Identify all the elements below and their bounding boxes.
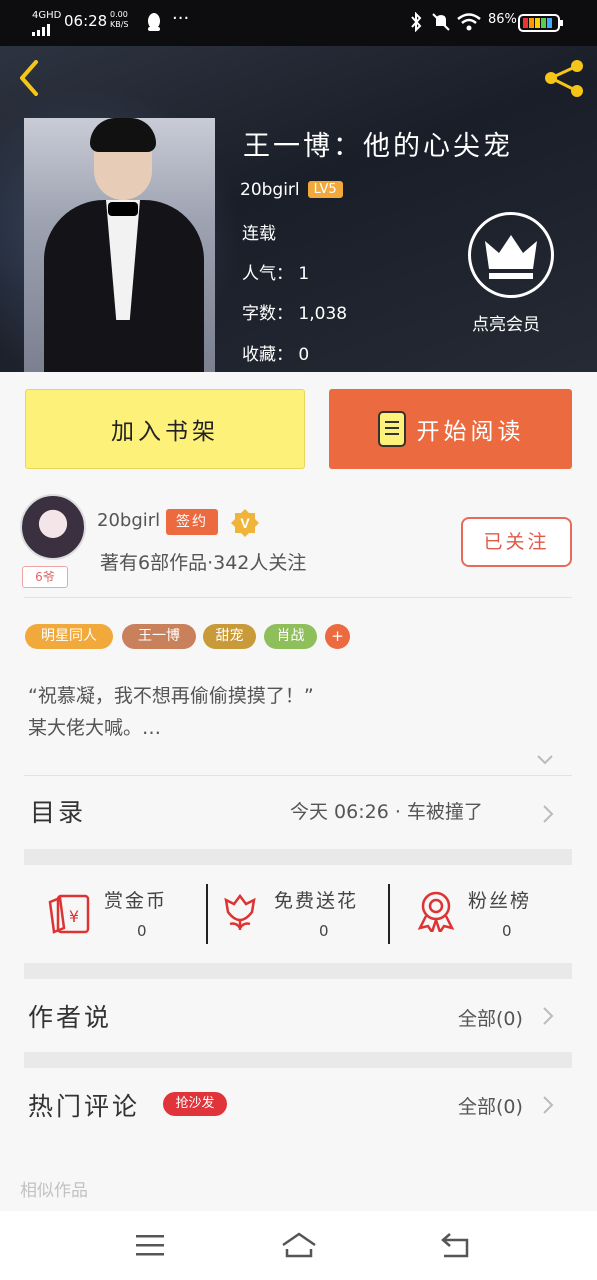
stat-value: 0 bbox=[137, 922, 147, 940]
crown-icon bbox=[485, 235, 537, 279]
battery-icon bbox=[518, 14, 564, 36]
author-stats: 著有6部作品·342人关注 bbox=[100, 552, 307, 574]
svg-text:V: V bbox=[240, 515, 250, 531]
clock: 06:28 bbox=[64, 12, 108, 30]
chevron-right-icon bbox=[543, 1007, 554, 1025]
network-type: 4GHD bbox=[32, 10, 62, 21]
stat-label: 粉丝榜 bbox=[468, 890, 532, 912]
book-author-line: 20bgirl LV5 bbox=[240, 180, 343, 200]
author-name[interactable]: 20bgirl bbox=[97, 510, 160, 531]
stat-label: 赏金币 bbox=[104, 890, 168, 912]
share-icon bbox=[545, 60, 583, 97]
hot-comments-title: 热门评论 bbox=[28, 1092, 141, 1121]
author-avatar[interactable] bbox=[20, 494, 86, 560]
tag-chip[interactable]: 明星同人 bbox=[25, 624, 113, 649]
popularity: 人气： 1 bbox=[242, 264, 310, 284]
word-count: 字数： 1,038 bbox=[242, 304, 348, 324]
reward-coins[interactable]: ¥ 赏金币 0 bbox=[48, 878, 196, 948]
wifi-icon bbox=[456, 12, 482, 36]
more-icon: ··· bbox=[172, 8, 190, 29]
red-envelope-icon: ¥ bbox=[48, 894, 90, 934]
chevron-left-icon bbox=[20, 60, 38, 96]
section-spacer bbox=[24, 849, 572, 865]
follow-button[interactable]: 已关注 bbox=[461, 517, 572, 567]
author-says-all[interactable]: 全部(0) bbox=[458, 1004, 523, 1031]
fan-ranking[interactable]: 粉丝榜 0 bbox=[416, 878, 572, 948]
similar-works-title: 相似作品 bbox=[20, 1181, 88, 1201]
flower-icon bbox=[224, 893, 256, 930]
catalog-title: 目录 bbox=[30, 798, 87, 827]
book-cover[interactable] bbox=[24, 118, 215, 372]
grab-sofa-badge: 抢沙发 bbox=[163, 1092, 227, 1116]
home-icon[interactable] bbox=[280, 1231, 318, 1259]
back-button[interactable] bbox=[14, 58, 48, 98]
vip-label: 点亮会员 bbox=[472, 315, 540, 335]
menu-icon[interactable] bbox=[136, 1235, 164, 1257]
author-says-title: 作者说 bbox=[28, 1003, 113, 1032]
back-nav-icon[interactable] bbox=[440, 1231, 470, 1259]
add-to-shelf-button[interactable]: 加入书架 bbox=[25, 389, 305, 469]
stat-label: 免费送花 bbox=[274, 890, 359, 912]
ribbon-medal-icon bbox=[417, 891, 455, 932]
chevron-right-icon bbox=[543, 805, 554, 823]
book-title: 王一博：他的心尖宠 bbox=[243, 131, 513, 162]
book-status: 连载 bbox=[242, 224, 276, 244]
signal-icon bbox=[32, 22, 54, 40]
tag-chip[interactable]: 甜宠 bbox=[203, 624, 256, 649]
stat-value: 0 bbox=[502, 922, 512, 940]
share-button[interactable] bbox=[542, 58, 586, 98]
section-spacer bbox=[24, 1052, 572, 1068]
mute-bell-icon bbox=[432, 12, 450, 36]
status-bar: 4GHD 06:28 0.00 KB/S ··· 86% bbox=[0, 0, 597, 46]
more-tags-button[interactable]: + bbox=[325, 624, 350, 649]
divider bbox=[24, 597, 572, 598]
stat-value: 0 bbox=[319, 922, 329, 940]
divider bbox=[206, 884, 208, 944]
expand-chevron-icon[interactable] bbox=[536, 752, 554, 766]
tag-chip[interactable]: 王一博 bbox=[122, 624, 196, 649]
favorites: 收藏： 0 bbox=[242, 345, 310, 365]
divider bbox=[388, 884, 390, 944]
start-reading-button[interactable]: 开始阅读 bbox=[329, 389, 572, 469]
bluetooth-icon bbox=[410, 11, 422, 36]
battery-percent: 86% bbox=[488, 12, 517, 27]
verified-icon: V bbox=[230, 508, 260, 538]
book-icon bbox=[377, 411, 406, 447]
latest-chapter: 今天 06:26 · 车被撞了 bbox=[290, 801, 483, 823]
hot-comments-all[interactable]: 全部(0) bbox=[458, 1092, 523, 1119]
svg-text:¥: ¥ bbox=[69, 907, 79, 926]
system-nav-bar bbox=[0, 1211, 597, 1280]
book-author[interactable]: 20bgirl bbox=[240, 180, 300, 200]
tag-chip[interactable]: 肖战 bbox=[264, 624, 317, 649]
chevron-right-icon bbox=[543, 1096, 554, 1114]
avatar-tag: 6爷 bbox=[22, 566, 68, 588]
net-speed: 0.00 KB/S bbox=[110, 10, 129, 29]
synopsis: “祝慕凝，我不想再偷偷摸摸了！” 某大佬大喊。… bbox=[28, 685, 314, 739]
vip-button[interactable] bbox=[468, 212, 554, 298]
signed-badge: 签约 bbox=[166, 509, 218, 535]
level-badge: LV5 bbox=[307, 181, 343, 198]
free-flower[interactable]: 免费送花 0 bbox=[222, 878, 382, 948]
start-reading-label: 开始阅读 bbox=[416, 419, 525, 445]
section-spacer bbox=[24, 963, 572, 979]
qq-icon bbox=[146, 12, 162, 36]
